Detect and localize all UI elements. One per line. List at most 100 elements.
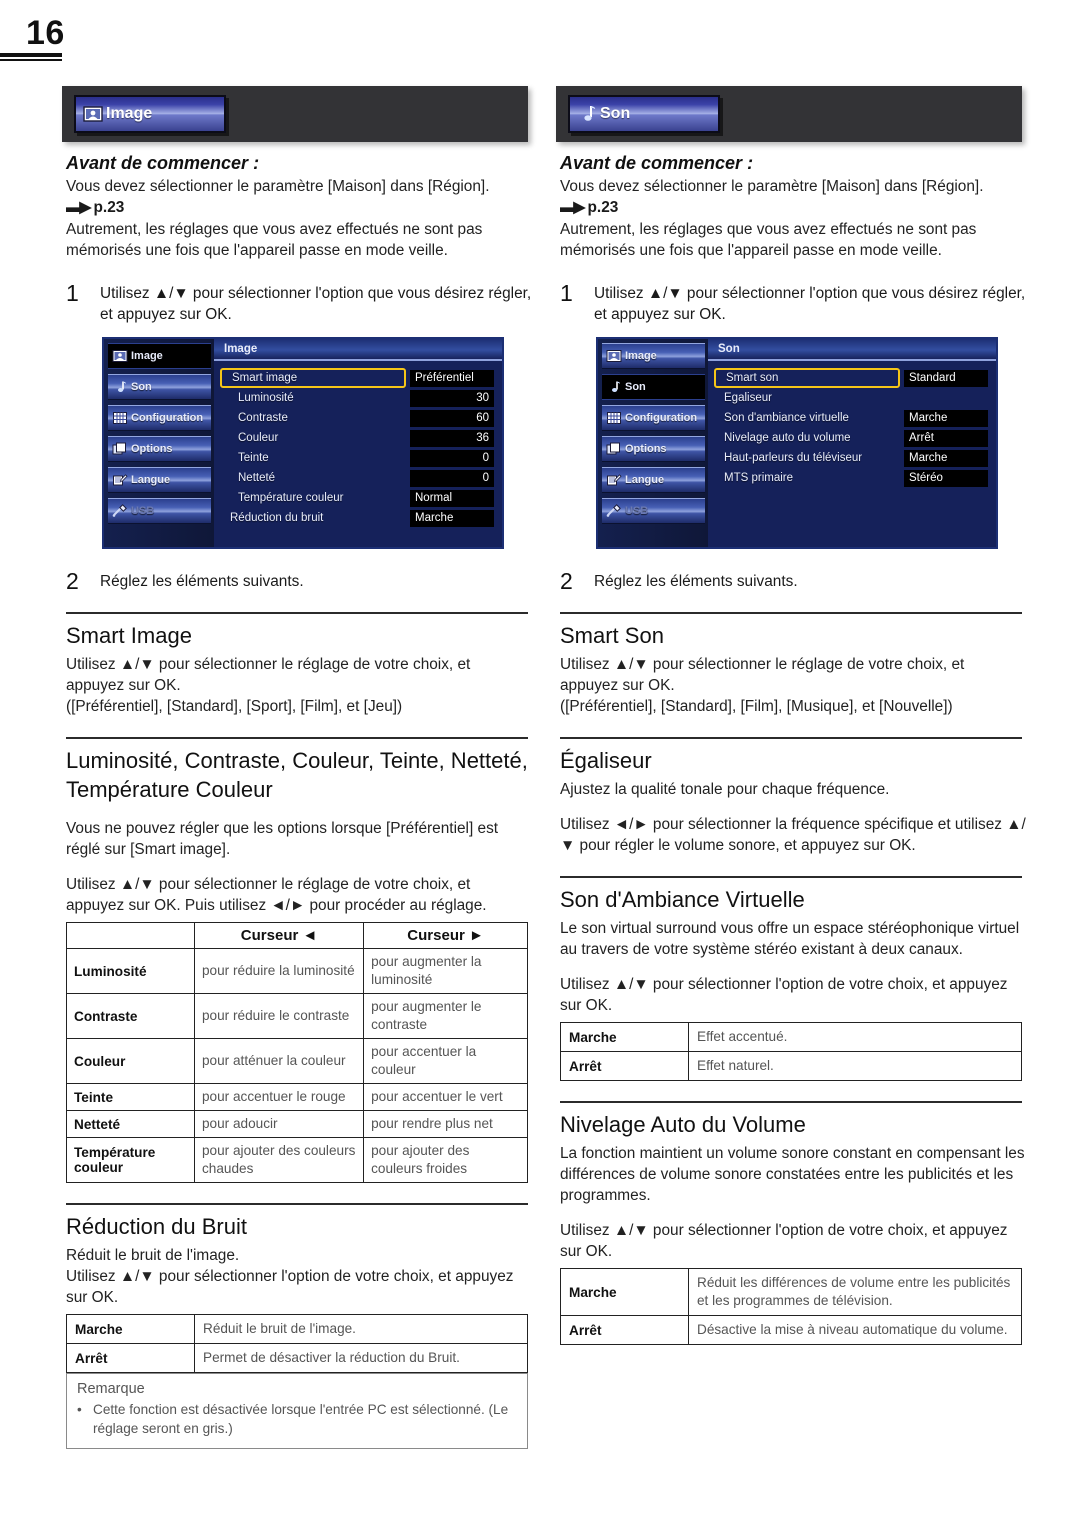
osd-row-value[interactable]: Marche — [410, 509, 494, 527]
table-row: Arrêt Effet naturel. — [560, 1051, 1022, 1081]
osd-row-label: Nivelage auto du volume — [724, 432, 851, 444]
heading-reduction-du-bruit: Réduction du Bruit — [66, 1214, 247, 1239]
bullet-icon: • — [77, 1402, 82, 1417]
osd-row-value[interactable]: 60 — [410, 409, 494, 427]
osd-row-value[interactable]: Arrêt — [904, 429, 988, 447]
cursor-table-corner — [66, 922, 195, 949]
step-2-text: Réglez les éléments suivants. — [100, 573, 304, 590]
osd-row-list: Smart image Préférentiel Luminosité 30 C… — [214, 361, 502, 547]
noise-para-1: Réduit le bruit de l'image. — [66, 1247, 240, 1264]
osd-row-temperature-couleur[interactable]: Température couleur Normal — [214, 488, 494, 508]
remark-list-item: • Cette fonction est désactivée lorsque … — [77, 1400, 517, 1438]
note-icon — [576, 104, 598, 124]
osd-main-panel: Image Smart image Préférentiel Luminosit… — [214, 339, 502, 547]
osd-sidebar-item-langue[interactable]: Langue — [602, 467, 705, 493]
avant-line2: Autrement, les réglages que vous avez ef… — [66, 221, 483, 259]
osd-sidebar-item-options[interactable]: Options — [602, 436, 705, 462]
banner-label: Image — [106, 105, 153, 122]
cursor-row-left: pour réduire la luminosité — [193, 948, 365, 994]
page-number: 16 — [26, 14, 65, 52]
osd-sidebar-item-image[interactable]: Image — [108, 343, 211, 369]
osd-row-contraste[interactable]: Contraste 60 — [214, 408, 494, 428]
osd-sidebar-item-langue[interactable]: Langue — [108, 467, 211, 493]
cursor-row-left: pour réduire le contraste — [193, 993, 365, 1039]
osd-row-label: Réduction du bruit — [230, 512, 324, 524]
column-image: Image Avant de commencer : Vous devez sé… — [62, 86, 532, 1449]
pencil-icon — [606, 473, 622, 487]
osd-row-value[interactable]: Normal — [410, 489, 494, 507]
note-icon — [112, 380, 128, 394]
osd-row-label: Haut-parleurs du téléviseur — [724, 452, 863, 464]
osd-row-nivelage-auto-volume[interactable]: Nivelage auto du volume Arrêt — [708, 428, 988, 448]
osd-sidebar-item-options[interactable]: Options — [108, 436, 211, 462]
step-2-number: 2 — [560, 568, 573, 594]
cursor-row-right: pour rendre plus net — [363, 1110, 528, 1138]
osd-row-value[interactable]: Stéréo — [904, 469, 988, 487]
osd-row-value[interactable]: 36 — [410, 429, 494, 447]
osd-screenshot-son: Image Son Configuration Options Langue U… — [596, 337, 998, 549]
virtual-table: Marche Effet accentué. Arrêt Effet natur… — [560, 1022, 1022, 1081]
table-row: Netteté pour adoucir pour rendre plus ne… — [66, 1110, 528, 1138]
table-row: Arrêt Désactive la mise à niveau automat… — [560, 1315, 1022, 1345]
page-ref-text: p.23 — [93, 199, 125, 216]
step-2: 2 Réglez les éléments suivants. — [66, 570, 532, 593]
osd-row-smart-son[interactable]: Smart son Standard — [708, 368, 988, 388]
osd-row-haut-parleurs[interactable]: Haut-parleurs du téléviseur Marche — [708, 448, 988, 468]
cursor-row-left: pour adoucir — [193, 1110, 365, 1138]
osd-sidebar-item-son[interactable]: Son — [108, 374, 211, 400]
osd-row-mts-primaire[interactable]: MTS primaire Stéréo — [708, 468, 988, 488]
page-rule-thin — [0, 59, 62, 61]
osd-row-value[interactable]: Marche — [904, 449, 988, 467]
step-1-text: Utilisez ▲/▼ pour sélectionner l'option … — [100, 285, 532, 323]
step-1-text: Utilisez ▲/▼ pour sélectionner l'option … — [594, 285, 1026, 323]
virtual-row-desc: Effet accentué. — [688, 1022, 1022, 1052]
osd-row-luminosite[interactable]: Luminosité 30 — [214, 388, 494, 408]
osd-row-value[interactable]: 0 — [410, 449, 494, 467]
osd-sidebar-item-son[interactable]: Son — [602, 374, 705, 400]
remark-box: Remarque • Cette fonction est désactivée… — [66, 1373, 528, 1449]
usb-icon — [606, 504, 622, 518]
manual-page: 16 Image Avant de commencer : Vous devez… — [0, 0, 1080, 1530]
osd-row-son-ambiance-virtuelle[interactable]: Son d'ambiance virtuelle Marche — [708, 408, 988, 428]
avant-title: Avant de commencer : — [560, 153, 754, 173]
osd-row-egaliseur[interactable]: Egaliseur — [708, 388, 988, 408]
avant-title: Avant de commencer : — [66, 153, 260, 173]
osd-row-value[interactable]: Standard — [904, 369, 988, 387]
osd-sidebar-label: Options — [131, 443, 173, 455]
step-1-number: 1 — [66, 280, 79, 306]
osd-sidebar-item-usb[interactable]: USB — [108, 498, 211, 524]
osd-sidebar-item-configuration[interactable]: Configuration — [108, 405, 211, 431]
section-divider — [560, 737, 1022, 739]
luminosite-para-2: Utilisez ▲/▼ pour sélectionner le réglag… — [66, 876, 487, 914]
osd-row-smart-image[interactable]: Smart image Préférentiel — [214, 368, 494, 388]
page-reference: ▬▶ p.23 — [560, 199, 619, 216]
osd-sidebar-label: Options — [625, 443, 667, 455]
osd-row-reduction-du-bruit[interactable]: Réduction du bruit Marche — [214, 508, 494, 528]
osd-panel-title: Son — [708, 339, 996, 361]
osd-sidebar-item-configuration[interactable]: Configuration — [602, 405, 705, 431]
osd-row-value[interactable]: Marche — [904, 409, 988, 427]
osd-sidebar-item-image[interactable]: Image — [602, 343, 705, 369]
cursor-row-key: Netteté — [66, 1110, 195, 1138]
osd-row-couleur[interactable]: Couleur 36 — [214, 428, 494, 448]
leveling-para-2: Utilisez ▲/▼ pour sélectionner l'option … — [560, 1222, 1008, 1260]
heading-smart-son: Smart Son — [560, 623, 664, 648]
osd-row-label: Son d'ambiance virtuelle — [724, 412, 849, 424]
heading-egaliseur: Égaliseur — [560, 748, 652, 773]
osd-row-value[interactable]: Préférentiel — [410, 369, 494, 387]
osd-row-label: Luminosité — [238, 392, 294, 404]
osd-sidebar-label: Image — [131, 350, 163, 362]
osd-row-value[interactable]: 0 — [410, 469, 494, 487]
noise-row-key: Arrêt — [66, 1343, 195, 1373]
cursor-row-left: pour atténuer la couleur — [193, 1038, 365, 1084]
heading-son-ambiance-virtuelle: Son d'Ambiance Virtuelle — [560, 887, 805, 912]
osd-sidebar-item-usb[interactable]: USB — [602, 498, 705, 524]
avant-line1: Vous devez sélectionner le paramètre [Ma… — [66, 178, 490, 195]
noise-row-desc: Permet de désactiver la réduction du Bru… — [194, 1343, 528, 1373]
osd-row-nettete[interactable]: Netteté 0 — [214, 468, 494, 488]
osd-row-value[interactable]: 30 — [410, 389, 494, 407]
osd-row-teinte[interactable]: Teinte 0 — [214, 448, 494, 468]
table-row: Teinte pour accentuer le rouge pour acce… — [66, 1083, 528, 1111]
section-divider — [66, 1203, 528, 1205]
layers-icon — [112, 442, 128, 456]
